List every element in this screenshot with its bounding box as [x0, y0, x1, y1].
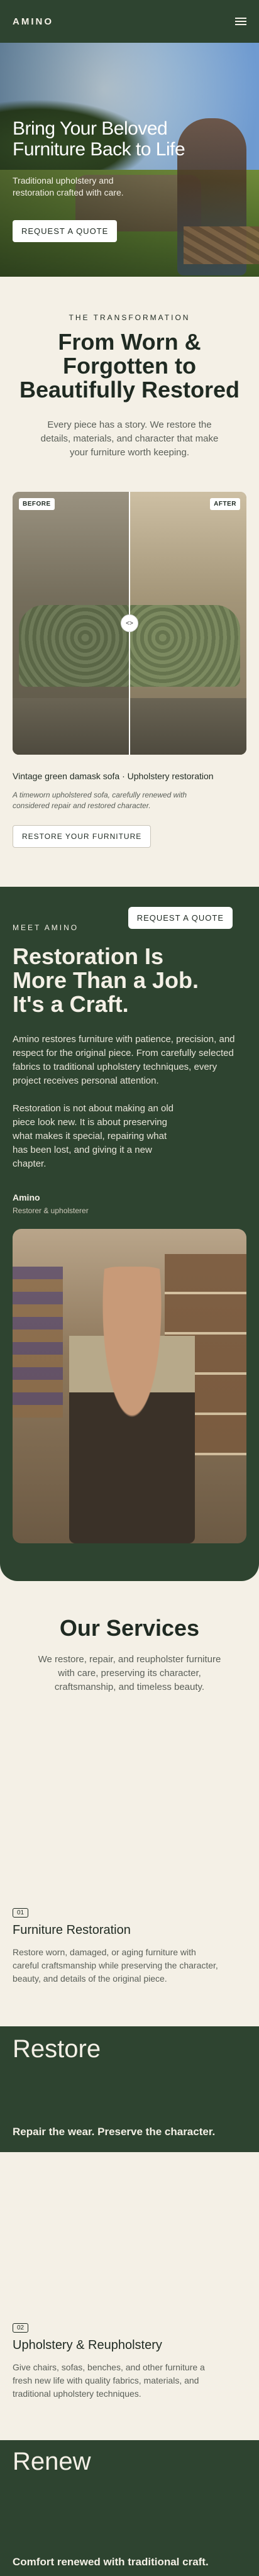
- owner-role: Restorer & upholsterer: [13, 1206, 89, 1215]
- hero-section: Bring Your Beloved Furniture Back to Lif…: [0, 43, 259, 277]
- transformation-title: From Worn & Forgotten to Beautifully Res…: [19, 329, 240, 402]
- service-band-tagline: Comfort renewed with traditional craft.: [13, 2556, 209, 2568]
- owner-name: Amino: [13, 1192, 40, 1202]
- project-caption-title: Vintage green damask sofa · Upholstery r…: [13, 771, 214, 781]
- service-band-word: Restore: [13, 2035, 101, 2063]
- hero-subtitle: Traditional upholstery and restoration c…: [13, 175, 124, 197]
- sofa-after: [130, 605, 240, 687]
- service-name[interactable]: Furniture Restoration: [13, 1923, 131, 1938]
- service-name[interactable]: Upholstery & Reupholstery: [13, 2338, 162, 2353]
- meet-section: MEET AMINO Restoration Is More Than a Jo…: [0, 887, 259, 1581]
- top-nav: AMINO: [0, 0, 259, 43]
- service-band: Renew Comfort renewed with traditional c…: [0, 2440, 259, 2576]
- transformation-subtitle: Every piece has a story. We restore the …: [40, 419, 219, 458]
- project-caption-description: A timeworn upholstered sofa, carefully r…: [13, 791, 187, 810]
- menu-icon[interactable]: [235, 18, 246, 25]
- services-title: Our Services: [59, 1615, 200, 1641]
- service-band-word: Renew: [13, 2448, 91, 2475]
- before-after-slider[interactable]: <> BEFORE AFTER: [13, 492, 246, 755]
- before-label: BEFORE: [19, 498, 55, 510]
- slider-handle[interactable]: <>: [121, 614, 138, 632]
- meet-eyebrow: MEET AMINO: [13, 923, 79, 932]
- hero-quote-button[interactable]: REQUEST A QUOTE: [13, 220, 118, 242]
- after-label: AFTER: [210, 498, 240, 510]
- service-description: Give chairs, sofas, benches, and other f…: [13, 2362, 205, 2399]
- meet-title: Restoration Is More Than a Job. It's a C…: [13, 943, 199, 1017]
- service-number: 01: [13, 1908, 29, 1918]
- hero-title: Bring Your Beloved Furniture Back to Lif…: [13, 118, 185, 160]
- services-subtitle: We restore, repair, and reupholster furn…: [38, 1654, 221, 1692]
- meet-paragraph-2: Restoration is not about making an old p…: [13, 1103, 174, 1169]
- meet-quote-button[interactable]: REQUEST A QUOTE: [128, 907, 233, 929]
- owner-portrait: [13, 1229, 246, 1543]
- logo[interactable]: AMINO: [13, 16, 53, 27]
- transformation-eyebrow: THE TRANSFORMATION: [69, 313, 190, 322]
- restore-furniture-button[interactable]: RESTORE YOUR FURNITURE: [13, 825, 152, 848]
- service-band: Restore Repair the wear. Preserve the ch…: [0, 2026, 259, 2152]
- meet-paragraph-1: Amino restores furniture with patience, …: [13, 1034, 235, 1086]
- service-number: 02: [13, 2323, 29, 2333]
- service-band-tagline: Repair the wear. Preserve the character.: [13, 2126, 216, 2138]
- service-description: Restore worn, damaged, or aging furnitur…: [13, 1947, 218, 1984]
